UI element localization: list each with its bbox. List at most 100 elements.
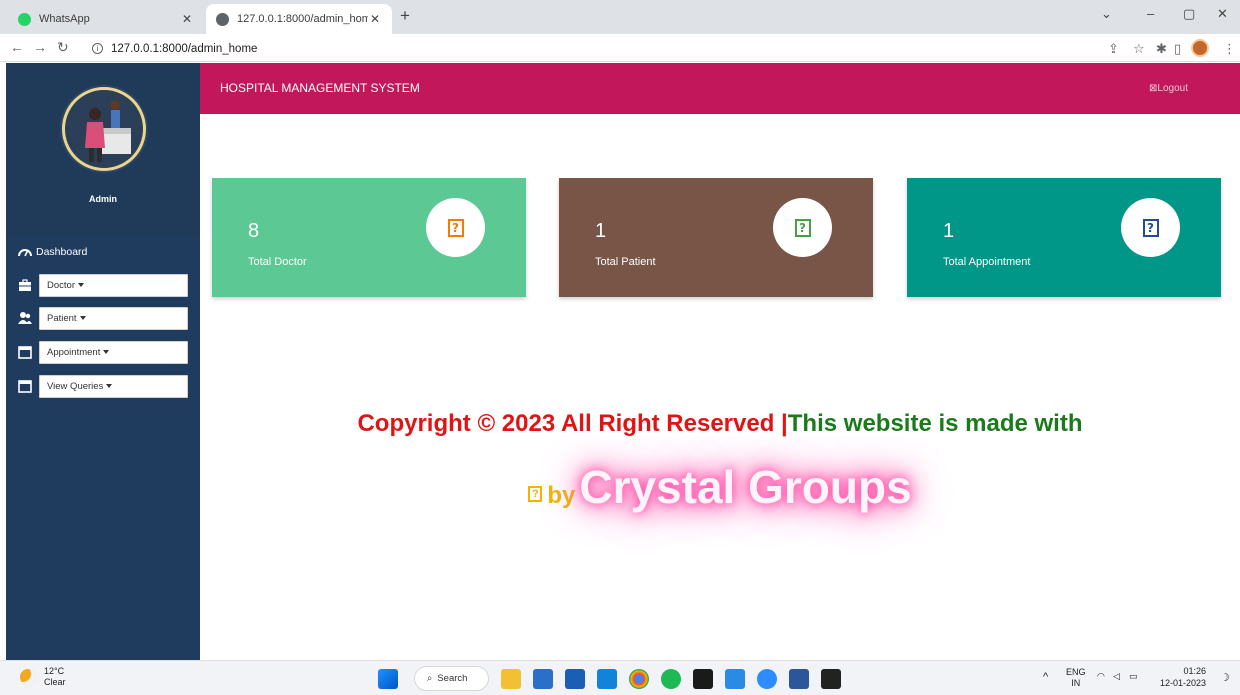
card-value: 1 — [595, 220, 607, 242]
extensions-icon[interactable]: ✱ — [1156, 41, 1167, 57]
spotify-icon[interactable] — [661, 669, 681, 689]
byline: ? byCrystal Groups — [200, 460, 1240, 514]
tab-title: WhatsApp — [39, 13, 90, 25]
date: 12-01-2023 — [1160, 678, 1207, 688]
region-code: IN — [1071, 678, 1081, 688]
patient-dropdown-button[interactable]: Patient — [39, 306, 188, 330]
patient-label: Patient — [47, 312, 77, 324]
caret-down-icon — [106, 384, 113, 388]
by-text: by — [547, 482, 576, 509]
mail-icon[interactable] — [533, 669, 553, 689]
moon-icon — [20, 669, 36, 685]
card-total-patient: 1 Total Patient ? — [559, 178, 873, 297]
language-indicator[interactable]: ENG IN — [1066, 667, 1086, 689]
view-queries-dropdown-button[interactable]: View Queries — [39, 374, 188, 398]
sidebar-item-doctor: Doctor — [18, 273, 192, 297]
clock[interactable]: 01:26 12-01-2023 — [1160, 665, 1206, 689]
temperature: 12°C — [44, 666, 65, 676]
maximize-icon[interactable]: ▢ — [1183, 6, 1195, 22]
card-total-doctor: 8 Total Doctor ? — [212, 178, 526, 297]
back-icon[interactable]: ← — [10, 39, 24, 55]
logout-link[interactable]: ⊠Logout — [1149, 83, 1188, 94]
share-icon[interactable]: ⇪ — [1108, 41, 1119, 57]
address-bar-row: ← → ↻ i 127.0.0.1:8000/admin_home ⇪ ☆ ✱ … — [0, 34, 1240, 62]
wifi-icon[interactable]: ◠ — [1097, 671, 1105, 682]
sidebar-item-appointment: Appointment — [18, 340, 192, 364]
notification-icon[interactable]: ☽ — [1220, 671, 1230, 684]
tab-whatsapp[interactable]: WhatsApp ✕ — [8, 4, 204, 34]
info-icon[interactable]: i — [92, 43, 103, 54]
card-label: Total Doctor — [248, 256, 307, 268]
card-label: Total Appointment — [943, 256, 1031, 268]
outlook-icon[interactable] — [597, 669, 617, 689]
view-queries-label: View Queries — [47, 380, 104, 392]
appointment-dropdown-button[interactable]: Appointment — [39, 340, 188, 364]
card-icon-circle: ? — [1121, 198, 1180, 257]
whatsapp-icon — [18, 12, 31, 26]
taskbar-search[interactable]: ⌕ Search — [414, 666, 489, 691]
terminal-icon[interactable] — [821, 669, 841, 689]
dashboard-link[interactable]: Dashboard — [18, 246, 87, 258]
side-panel-icon[interactable]: ▯ — [1174, 41, 1181, 57]
caret-down-icon — [103, 350, 110, 354]
dashboard-label: Dashboard — [36, 246, 88, 258]
sidebar: Admin Dashboard Doctor Patient Appointme… — [6, 63, 200, 660]
card-icon-circle: ? — [426, 198, 485, 257]
missing-glyph-icon: ? — [794, 218, 811, 237]
card-value: 8 — [248, 220, 260, 242]
missing-glyph-icon: ? — [1142, 218, 1159, 237]
os-taskbar: 12°C Clear ⌕ Search ^ ENG IN ◠ ◁ ▭ 01:26 1… — [0, 660, 1240, 695]
menu-icon[interactable]: ⋮ — [1223, 41, 1236, 57]
minimize-icon[interactable]: – — [1147, 6, 1154, 21]
speedometer-icon — [18, 249, 32, 257]
caret-down-icon — [77, 283, 84, 287]
language-code: ENG — [1066, 667, 1086, 677]
battery-icon[interactable]: ▭ — [1129, 671, 1138, 682]
star-icon[interactable]: ☆ — [1133, 41, 1145, 57]
time: 01:26 — [1183, 666, 1207, 676]
store-icon[interactable] — [565, 669, 585, 689]
new-tab-icon[interactable]: + — [400, 6, 410, 26]
globe-icon — [216, 12, 229, 26]
file-explorer-icon[interactable] — [501, 669, 521, 689]
caret-down-icon — [79, 316, 86, 320]
calendar-icon — [18, 346, 32, 359]
sidebar-item-view-queries: View Queries — [18, 374, 192, 398]
close-tab-icon[interactable]: ✕ — [180, 12, 194, 26]
admin-name: Admin — [89, 194, 117, 204]
pycharm-icon[interactable] — [693, 669, 713, 689]
top-header: HOSPITAL MANAGEMENT SYSTEM ⊠Logout — [200, 63, 1240, 114]
reload-icon[interactable]: ↻ — [57, 39, 69, 56]
missing-glyph-icon: ? — [447, 218, 464, 237]
zoom-icon[interactable] — [757, 669, 777, 689]
heart-icon: ? — [528, 486, 543, 502]
browser-tab-bar: WhatsApp ✕ 127.0.0.1:8000/admin_home ✕ +… — [0, 0, 1240, 34]
card-value: 1 — [943, 220, 955, 242]
profile-avatar[interactable] — [1191, 39, 1209, 57]
volume-icon[interactable]: ◁ — [1113, 671, 1120, 682]
users-icon — [18, 312, 32, 324]
close-tab-icon[interactable]: ✕ — [368, 12, 382, 26]
card-icon-circle: ? — [773, 198, 832, 257]
tab-search-icon[interactable]: ⌄ — [1101, 6, 1112, 22]
copyright-separator: | — [781, 410, 788, 437]
windows-start-icon[interactable] — [378, 669, 398, 689]
page-title: HOSPITAL MANAGEMENT SYSTEM — [220, 81, 420, 95]
tray-chevron-icon[interactable]: ^ — [1043, 671, 1048, 683]
appointment-label: Appointment — [47, 346, 101, 358]
admin-avatar — [62, 87, 146, 171]
vscode-icon[interactable] — [725, 669, 745, 689]
chrome-icon[interactable] — [629, 669, 649, 689]
weather-condition: Clear — [44, 677, 66, 687]
url-field[interactable]: i 127.0.0.1:8000/admin_home — [92, 39, 257, 58]
word-icon[interactable] — [789, 669, 809, 689]
briefcase-icon — [19, 279, 31, 291]
card-total-appointment: 1 Total Appointment ? — [907, 178, 1221, 297]
window-close-icon[interactable]: ✕ — [1217, 6, 1228, 22]
tab-admin-home[interactable]: 127.0.0.1:8000/admin_home ✕ — [206, 4, 392, 34]
weather-widget[interactable]: 12°C Clear — [20, 666, 66, 688]
doctor-dropdown-button[interactable]: Doctor — [39, 273, 188, 297]
copyright-text: Copyright © 2023 All Right Reserved — [357, 410, 775, 437]
forward-icon[interactable]: → — [33, 39, 47, 55]
copyright-line: Copyright © 2023 All Right Reserved |Thi… — [200, 410, 1240, 438]
